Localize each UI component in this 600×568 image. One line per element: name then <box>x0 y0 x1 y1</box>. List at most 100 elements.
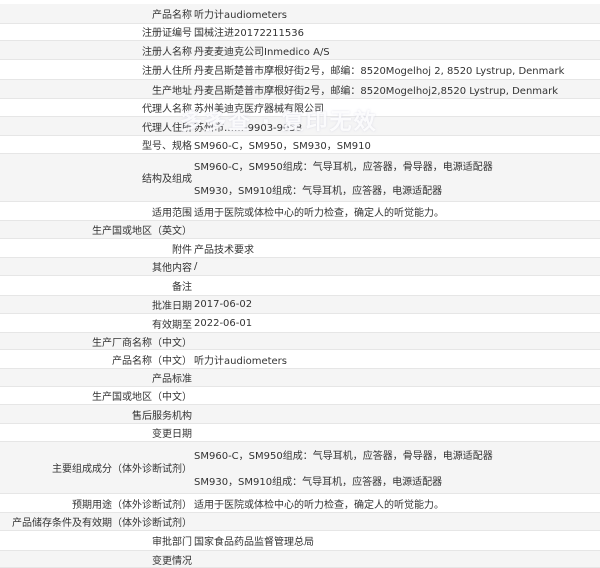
field-value-text: 2017-06-02 <box>194 299 253 310</box>
field-value-line: SM960-C，SM950组成：气导耳机，应答器，骨导器，电源适配器 <box>194 162 493 174</box>
field-label-text: 生产地址 <box>152 85 192 97</box>
field-label: 注册人名称 <box>0 41 193 59</box>
table-row: 变更情况 <box>0 551 600 568</box>
field-label: 其他内容 <box>0 258 193 275</box>
field-value: 国械注进20172211536 <box>194 22 600 40</box>
field-value: SM960-C，SM950，SM930，SM910 <box>194 136 600 153</box>
field-label-text: 生产国或地区（英文） <box>92 226 192 237</box>
field-label: 主要组成成分（体外诊断试剂） <box>0 442 193 493</box>
table-row: 注册人住所 丹麦吕斯楚普市摩根好街2号，邮编：8520Mogelhoj 2, 85… <box>0 60 600 80</box>
field-label-text: 主要组成成分（体外诊断试剂） <box>52 464 192 475</box>
field-value: 国家食品药品监督管理总局 <box>194 531 600 550</box>
field-value <box>194 513 600 530</box>
field-value: 2022-06-01 <box>194 314 600 332</box>
table-row: 备注 <box>0 276 600 296</box>
field-value-text: 听力计audiometers <box>194 10 287 21</box>
field-value-text <box>194 513 600 530</box>
field-value: 苏州美迪克医疗器械有限公司 <box>194 99 600 116</box>
table-row: 其他内容 / <box>0 258 600 276</box>
field-value: SM960-C，SM950组成：气导耳机，应答器，骨导器，电源适配器 SM930，… <box>194 442 600 493</box>
field-label-text: 附件 <box>172 244 192 256</box>
table-row: 注册证编号 国械注进20172211536 <box>0 22 600 41</box>
table-row: 产品储存条件及有效期（体外诊断试剂） <box>0 513 600 531</box>
table-row: 审批部门 国家食品药品监督管理总局 <box>0 531 600 551</box>
field-label-text: 注册证编号 <box>142 27 192 39</box>
field-value: 2017-06-02 <box>194 296 600 313</box>
field-value-text: 产品技术要求 <box>194 244 254 256</box>
field-label: 产品名称（中文） <box>0 350 193 368</box>
field-label-text: 产品储存条件及有效期（体外诊断试剂） <box>12 518 192 529</box>
field-value-line: SM930，SM910组成：气导耳机，应答器，电源适配器 <box>194 185 443 197</box>
field-value-text: 适用于医院或体检中心的听力检查，确定人的听觉能力。 <box>194 207 444 219</box>
field-label-text: 代理人名称 <box>142 104 192 115</box>
field-value-text: 丹麦吕斯楚普市摩根好街2号，邮编：8520Mogelhoj2,8520 Lyst… <box>194 85 559 97</box>
field-value-text <box>194 333 600 349</box>
field-label: 代理人住所 <box>0 117 193 135</box>
field-value-text: 适用于医院或体检中心的听力检查，确定人的听觉能力。 <box>194 499 444 511</box>
field-value-text: 2022-06-01 <box>194 317 253 329</box>
field-value-text: 苏州美迪克医疗器械有限公司 <box>194 104 324 115</box>
table-row: 生产国或地区（英文） <box>0 221 600 239</box>
field-value-text <box>194 221 600 238</box>
field-value-text: SM960-C，SM950，SM930，SM910 <box>194 141 371 152</box>
field-label: 审批部门 <box>0 531 193 550</box>
table-row: 变更日期 <box>0 424 600 442</box>
field-label-text: 其他内容 <box>152 263 192 274</box>
field-value: 丹麦吕斯楚普市摩根好街2号，邮编：8520Mogelhoj2,8520 Lyst… <box>194 80 600 98</box>
field-label: 预期用途（体外诊断试剂） <box>0 494 193 512</box>
field-label-text: 变更情况 <box>152 555 192 567</box>
table-row: 代理人住所 苏州市……-9903-9058 <box>0 117 600 136</box>
field-label: 型号、规格 <box>0 136 193 153</box>
field-value-text: 国械注进20172211536 <box>194 27 304 39</box>
table-row: 代理人名称 苏州美迪克医疗器械有限公司 <box>0 99 600 117</box>
field-label: 生产地址 <box>0 80 193 98</box>
table-row: 产品标准 <box>0 369 600 387</box>
field-label: 注册证编号 <box>0 22 193 40</box>
field-value: 听力计audiometers <box>194 4 600 23</box>
table-row: 适用范围 适用于医院或体检中心的听力检查，确定人的听觉能力。 <box>0 202 600 221</box>
field-label-text: 审批部门 <box>152 537 192 548</box>
field-label: 有效期至 <box>0 314 193 332</box>
field-label: 生产国或地区（中文） <box>0 387 193 404</box>
field-value <box>194 424 600 441</box>
field-value <box>194 221 600 238</box>
table-row: 有效期至 2022-06-01 <box>0 314 600 333</box>
table-row: 型号、规格 SM960-C，SM950，SM930，SM910 <box>0 136 600 154</box>
field-label: 批准日期 <box>0 296 193 313</box>
field-value: 丹麦吕斯楚普市摩根好街2号，邮编：8520Mogelhoj 2, 8520 Ly… <box>194 60 600 79</box>
field-label-text: 注册人住所 <box>142 66 192 77</box>
table-row: 批准日期 2017-06-02 <box>0 296 600 314</box>
field-value <box>194 405 600 423</box>
table-row: 预期用途（体外诊断试剂） 适用于医院或体检中心的听力检查，确定人的听觉能力。 <box>0 494 600 513</box>
registration-record-table: 产品名称 听力计audiometers 注册证编号 国械注进20172211536 注册… <box>0 0 600 568</box>
field-value-text: 听力计audiometers <box>194 355 287 367</box>
field-label: 产品储存条件及有效期（体外诊断试剂） <box>0 513 193 530</box>
field-label-text: 代理人住所 <box>142 122 192 134</box>
field-label-text: 批准日期 <box>152 301 192 312</box>
field-label-text: 预期用途（体外诊断试剂） <box>72 499 192 511</box>
table-row: 生产国或地区（中文） <box>0 387 600 405</box>
field-value-text: 丹麦吕斯楚普市摩根好街2号，邮编：8520Mogelhoj 2, 8520 Ly… <box>194 66 565 77</box>
field-label-text: 备注 <box>172 282 192 293</box>
field-value: 产品技术要求 <box>194 239 600 257</box>
field-value-line: SM960-C，SM950组成：气导耳机，应答器，骨导器，电源适配器 <box>194 451 493 463</box>
table-row: 产品名称 听力计audiometers <box>0 4 600 24</box>
field-label-text: 有效期至 <box>152 319 192 331</box>
field-value <box>194 387 600 404</box>
field-value-text <box>194 424 600 441</box>
field-value-text <box>194 276 600 295</box>
field-value-text: 国家食品药品监督管理总局 <box>194 537 314 548</box>
field-label: 售后服务机构 <box>0 405 193 423</box>
field-value-text <box>194 369 600 386</box>
field-label-text: 产品标准 <box>152 374 192 385</box>
field-value: 适用于医院或体检中心的听力检查，确定人的听觉能力。 <box>194 202 600 220</box>
field-value: 苏州市……-9903-9058 <box>194 117 600 135</box>
field-value-text <box>194 551 600 567</box>
table-row: 生产地址 丹麦吕斯楚普市摩根好街2号，邮编：8520Mogelhoj2,8520 … <box>0 80 600 99</box>
field-value: / <box>194 258 600 275</box>
field-label-text: 产品名称（中文） <box>112 355 192 367</box>
table-row: 产品名称（中文） 听力计audiometers <box>0 350 600 369</box>
field-label-text: 产品名称 <box>152 10 192 21</box>
field-label: 适用范围 <box>0 202 193 220</box>
field-label: 产品标准 <box>0 369 193 386</box>
